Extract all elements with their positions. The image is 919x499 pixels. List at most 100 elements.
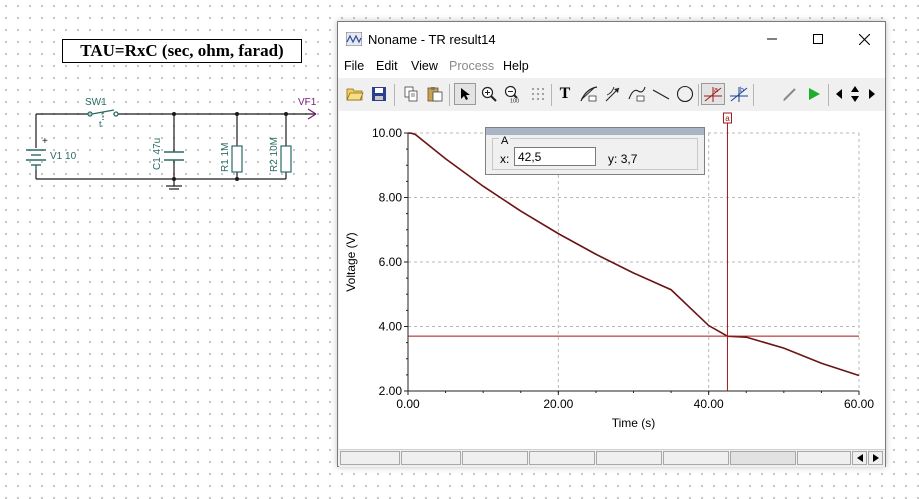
- status-cell: [797, 451, 851, 465]
- cursor-y-readout: y: 3,7: [608, 152, 637, 166]
- scroll-right-button[interactable]: [865, 83, 879, 105]
- switch-pin-label: t: [99, 119, 102, 129]
- zoom-out-icon: 100: [504, 85, 519, 104]
- curve-icon: [628, 86, 646, 102]
- circle-tool-button[interactable]: [674, 83, 696, 105]
- pointer-icon: [461, 88, 470, 100]
- scroll-up-down-button[interactable]: [847, 83, 863, 105]
- grid-button[interactable]: [527, 83, 549, 105]
- minimize-icon: [767, 38, 777, 40]
- status-scroll-left-button[interactable]: [852, 451, 867, 465]
- zoom-in-button[interactable]: [478, 83, 500, 105]
- pen-button[interactable]: [779, 83, 801, 105]
- arrow-line-button[interactable]: [602, 83, 624, 105]
- cursor-b-button[interactable]: b: [727, 83, 751, 105]
- status-cell: [401, 451, 461, 465]
- cursor-a-icon: a: [704, 87, 722, 102]
- menu-edit[interactable]: Edit: [376, 59, 398, 73]
- zoom-level-label: 100: [510, 99, 519, 104]
- status-cell: [529, 451, 595, 465]
- circle-icon: [676, 85, 694, 103]
- cursor-x-label: x:: [500, 152, 510, 166]
- scroll-left-icon: [836, 89, 842, 99]
- window-titlebar[interactable]: Noname - TR result14: [338, 22, 885, 56]
- scroll-left-button[interactable]: [832, 83, 846, 105]
- pointer-button[interactable]: [454, 83, 476, 105]
- paste-button[interactable]: [424, 83, 446, 105]
- capacitor-label: C1 47u: [152, 138, 163, 170]
- result-window: Noname - TR result14 File Edit View Proc…: [337, 21, 886, 467]
- x-axis-label: Time (s): [612, 416, 656, 430]
- x-tick-label: 0.00: [396, 397, 420, 411]
- svg-text:b: b: [740, 87, 744, 94]
- menu-bar: File Edit View Process Help: [338, 56, 885, 78]
- pen-icon: [783, 88, 796, 101]
- arrow-line-icon: [605, 86, 620, 102]
- zoom-out-button[interactable]: 100: [502, 83, 524, 105]
- copy-button[interactable]: [400, 83, 422, 105]
- status-cell: [596, 451, 662, 465]
- line-tool-button[interactable]: [650, 83, 672, 105]
- status-cell: [730, 451, 796, 465]
- maximize-icon: [813, 34, 823, 44]
- battery-plus-sign: +: [42, 136, 48, 147]
- y-tick-label: 6.00: [379, 255, 403, 269]
- app-icon: [346, 32, 362, 46]
- y-axis-label: Voltage (V): [344, 232, 358, 291]
- y-tick-label: 4.00: [379, 320, 403, 334]
- x-tick-label: 40.00: [694, 397, 724, 411]
- run-button[interactable]: [803, 83, 825, 105]
- scroll-right-icon: [869, 89, 875, 99]
- plot-area[interactable]: 10.00 8.00 6.00 4.00 2.00 0.00 20.00 40.00 60.00…: [339, 111, 885, 449]
- switch-label: SW1: [85, 97, 107, 108]
- save-button[interactable]: [368, 83, 390, 105]
- ground-symbol: [166, 185, 182, 190]
- save-icon: [372, 87, 386, 101]
- svg-text:a: a: [714, 87, 718, 94]
- r2-label: R2 10M: [269, 137, 280, 172]
- minimize-button[interactable]: [749, 22, 795, 56]
- close-icon: [858, 33, 870, 45]
- status-bar: [339, 449, 885, 467]
- switch-symbol: [87, 109, 119, 120]
- menu-file[interactable]: File: [344, 59, 364, 73]
- open-button[interactable]: [344, 83, 366, 105]
- cursor-y-value: 3,7: [620, 152, 638, 166]
- cursor-x-input[interactable]: 42,5: [514, 147, 596, 166]
- cursor-a-button[interactable]: a: [701, 83, 725, 105]
- close-button[interactable]: [841, 22, 887, 56]
- chevron-left-icon: [856, 454, 863, 462]
- cursor-readout-panel[interactable]: A x: 42,5 y: 3,7: [485, 127, 705, 175]
- menu-view[interactable]: View: [411, 59, 438, 73]
- r2-resistor-symbol: [280, 145, 292, 173]
- probe-label: VF1: [298, 97, 317, 108]
- r1-resistor-symbol: [231, 145, 243, 173]
- zoom-in-icon: [481, 86, 497, 102]
- tangent-icon: [580, 86, 598, 102]
- y-tick-label: 8.00: [379, 191, 403, 205]
- cursor-b-icon: b: [730, 87, 748, 102]
- status-scroll-right-button[interactable]: [868, 451, 883, 465]
- battery-symbol: [26, 149, 46, 170]
- circuit-schematic: + V1 10 SW1 t C1 47u R1 1M R2 10M VF1: [26, 97, 317, 190]
- tangent-button[interactable]: [578, 83, 600, 105]
- x-tick-label: 60.00: [844, 397, 874, 411]
- text-icon: T: [559, 85, 571, 102]
- menu-help[interactable]: Help: [503, 59, 529, 73]
- y-tick-label: 10.00: [372, 126, 402, 140]
- status-cell: [663, 451, 729, 465]
- toolbar: 100 T a b: [338, 79, 885, 111]
- grid-icon: [532, 88, 544, 100]
- status-cell: [462, 451, 528, 465]
- cursor-group-label: A: [499, 135, 511, 147]
- text-tool-button[interactable]: T: [554, 83, 576, 105]
- capacitor-symbol: [164, 151, 184, 161]
- maximize-button[interactable]: [795, 22, 841, 56]
- x-tick-label: 20.00: [543, 397, 573, 411]
- scroll-up-down-icon: [851, 86, 859, 102]
- menu-process[interactable]: Process: [449, 59, 494, 73]
- source-label: V1 10: [50, 151, 77, 162]
- curve-button[interactable]: [626, 83, 648, 105]
- open-icon: [346, 88, 364, 101]
- cursor-panel-header[interactable]: [486, 128, 704, 135]
